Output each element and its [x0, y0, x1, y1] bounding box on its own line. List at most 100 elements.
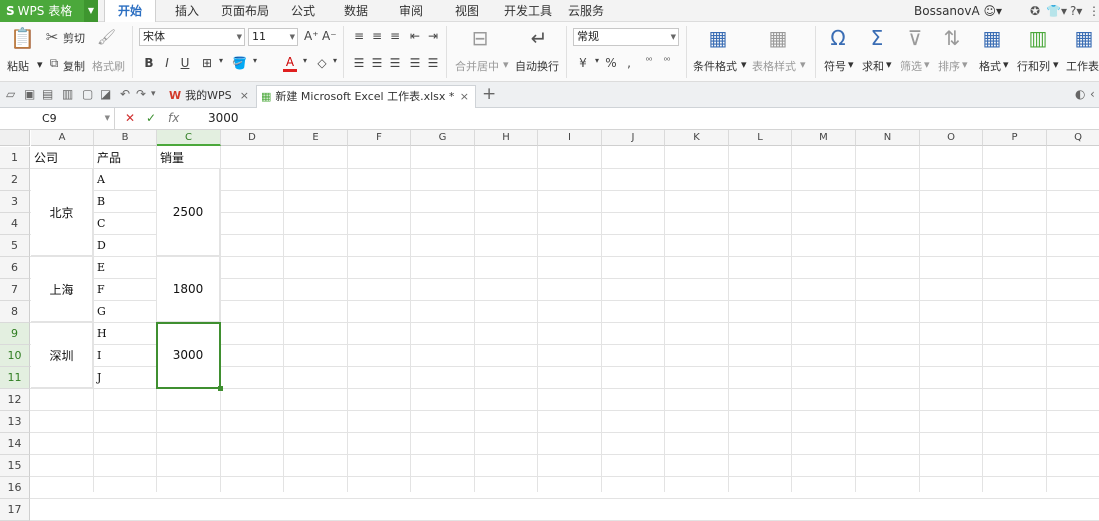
- new-tab-icon[interactable]: +: [482, 84, 496, 104]
- product-cell[interactable]: A: [94, 169, 156, 190]
- sidebar-toggle-icon[interactable]: ◐: [1075, 87, 1085, 101]
- column-header-p[interactable]: P: [983, 130, 1047, 146]
- percent-icon[interactable]: %: [604, 56, 618, 70]
- save-icon[interactable]: ▣: [24, 87, 35, 101]
- conditional-format-icon[interactable]: ▦: [706, 26, 730, 50]
- fill-color-icon[interactable]: 🪣: [232, 56, 247, 70]
- merged-sales-cell[interactable]: 1800: [157, 257, 220, 322]
- column-header-k[interactable]: K: [665, 130, 729, 146]
- chevron-down-icon[interactable]: ▾: [886, 58, 892, 71]
- rows-columns-icon[interactable]: ▥: [1026, 26, 1050, 50]
- funnel-icon[interactable]: ⊽: [903, 26, 927, 50]
- formula-input[interactable]: 3000: [208, 108, 239, 129]
- font-size-select[interactable]: 11 ▼: [248, 28, 298, 46]
- row-header-7[interactable]: 7: [0, 279, 30, 301]
- row-header-17[interactable]: 17: [0, 499, 30, 521]
- align-top-icon[interactable]: ≡: [352, 29, 366, 43]
- row-header-14[interactable]: 14: [0, 433, 30, 455]
- symbol-button[interactable]: 符号: [824, 58, 846, 74]
- fx-icon[interactable]: fx: [168, 111, 179, 125]
- help-icon[interactable]: ?▾: [1070, 0, 1082, 22]
- align-right-icon[interactable]: ☰: [388, 56, 402, 70]
- chevron-down-icon[interactable]: ▾: [1053, 58, 1059, 71]
- undo-icon[interactable]: ↶: [120, 87, 130, 101]
- thousands-icon[interactable]: ,: [622, 56, 636, 70]
- merged-sales-cell[interactable]: 3000: [157, 323, 220, 388]
- column-header-j[interactable]: J: [602, 130, 665, 146]
- product-cell[interactable]: I: [94, 345, 156, 366]
- sort-icon[interactable]: ⇅: [940, 26, 964, 50]
- tab-cloud[interactable]: 云服务: [563, 0, 609, 22]
- filter-button[interactable]: 筛选: [900, 58, 922, 74]
- merge-center-button[interactable]: 合并居中: [455, 58, 499, 74]
- sort-button[interactable]: 排序: [938, 58, 960, 74]
- tab-formulas[interactable]: 公式: [282, 0, 324, 22]
- worksheet-icon[interactable]: ▦: [1072, 26, 1096, 50]
- border-icon[interactable]: ⊞: [200, 56, 214, 70]
- column-header-g[interactable]: G: [411, 130, 475, 146]
- copy-button[interactable]: 复制: [63, 58, 85, 74]
- row-header-4[interactable]: 4: [0, 213, 30, 235]
- print-icon[interactable]: ▥: [62, 87, 73, 101]
- table-style-icon[interactable]: ▦: [766, 26, 790, 50]
- column-header-f[interactable]: F: [348, 130, 411, 146]
- chevron-down-icon[interactable]: ▾: [962, 58, 968, 71]
- column-header-h[interactable]: H: [475, 130, 538, 146]
- row-header-11[interactable]: 11: [0, 367, 30, 389]
- close-icon[interactable]: ×: [240, 85, 249, 106]
- align-middle-icon[interactable]: ≡: [370, 29, 384, 43]
- confirm-icon[interactable]: ✓: [146, 111, 156, 125]
- column-header-o[interactable]: O: [920, 130, 983, 146]
- close-icon[interactable]: ×: [460, 86, 469, 107]
- merged-sales-cell[interactable]: 2500: [157, 169, 220, 256]
- column-header-l[interactable]: L: [729, 130, 792, 146]
- skin-icon[interactable]: ✪: [1030, 0, 1040, 22]
- tab-insert[interactable]: 插入: [164, 0, 210, 22]
- tab-home[interactable]: 开始: [104, 0, 156, 23]
- product-cell[interactable]: G: [94, 301, 156, 322]
- number-format-select[interactable]: 常规 ▼: [573, 28, 679, 46]
- tab-review[interactable]: 审阅: [390, 0, 432, 22]
- tab-workbook[interactable]: ▦ 新建 Microsoft Excel 工作表.xlsx * ×: [256, 85, 476, 108]
- chevron-down-icon[interactable]: ▾: [848, 58, 854, 71]
- chevron-down-icon[interactable]: ▾: [248, 56, 262, 65]
- clear-format-icon[interactable]: ◇: [315, 56, 329, 70]
- font-name-select[interactable]: 宋体 ▼: [139, 28, 245, 46]
- product-cell[interactable]: D: [94, 235, 156, 256]
- merged-company-cell[interactable]: 北京: [31, 169, 93, 256]
- merge-cells-icon[interactable]: ⊟: [468, 26, 492, 50]
- row-header-9[interactable]: 9: [0, 323, 30, 345]
- chevron-down-icon[interactable]: ▾: [1003, 58, 1009, 71]
- merged-company-cell[interactable]: 上海: [31, 257, 93, 322]
- align-center-icon[interactable]: ☰: [370, 56, 384, 70]
- column-header-c[interactable]: C: [157, 130, 221, 146]
- font-color-icon[interactable]: A: [283, 55, 297, 72]
- export-icon[interactable]: ▢: [82, 87, 93, 101]
- font-shrink-icon[interactable]: A⁻: [322, 29, 337, 43]
- tab-my-wps[interactable]: W 我的WPS ×: [165, 85, 253, 108]
- app-menu-dropdown-icon[interactable]: ▼: [84, 0, 98, 22]
- indent-decrease-icon[interactable]: ⇤: [408, 29, 422, 43]
- column-header-a[interactable]: A: [31, 130, 94, 146]
- cut-button[interactable]: 剪切: [63, 30, 85, 46]
- merged-company-cell[interactable]: 深圳: [31, 323, 93, 388]
- product-cell[interactable]: E: [94, 257, 156, 278]
- select-all-corner[interactable]: [0, 130, 30, 146]
- column-header-d[interactable]: D: [221, 130, 284, 146]
- chevron-down-icon[interactable]: ▾: [590, 56, 604, 65]
- paste-button[interactable]: 粘贴: [7, 58, 29, 74]
- row-header-15[interactable]: 15: [0, 455, 30, 477]
- conditional-format-button[interactable]: 条件格式: [693, 58, 737, 74]
- column-header-i[interactable]: I: [538, 130, 602, 146]
- row-col-button[interactable]: 行和列: [1017, 58, 1050, 74]
- column-header-m[interactable]: M: [792, 130, 856, 146]
- name-box[interactable]: C9 ▼: [0, 108, 115, 129]
- product-cell[interactable]: F: [94, 279, 156, 300]
- row-header-2[interactable]: 2: [0, 169, 30, 191]
- brush-icon[interactable]: 🖌: [97, 28, 116, 46]
- shirt-icon[interactable]: 👕▾: [1046, 0, 1067, 22]
- align-bottom-icon[interactable]: ≡: [388, 29, 402, 43]
- cell-c1[interactable]: 销量: [157, 147, 220, 168]
- tab-developer[interactable]: 开发工具: [500, 0, 556, 22]
- chevron-down-icon[interactable]: ▾: [328, 56, 342, 65]
